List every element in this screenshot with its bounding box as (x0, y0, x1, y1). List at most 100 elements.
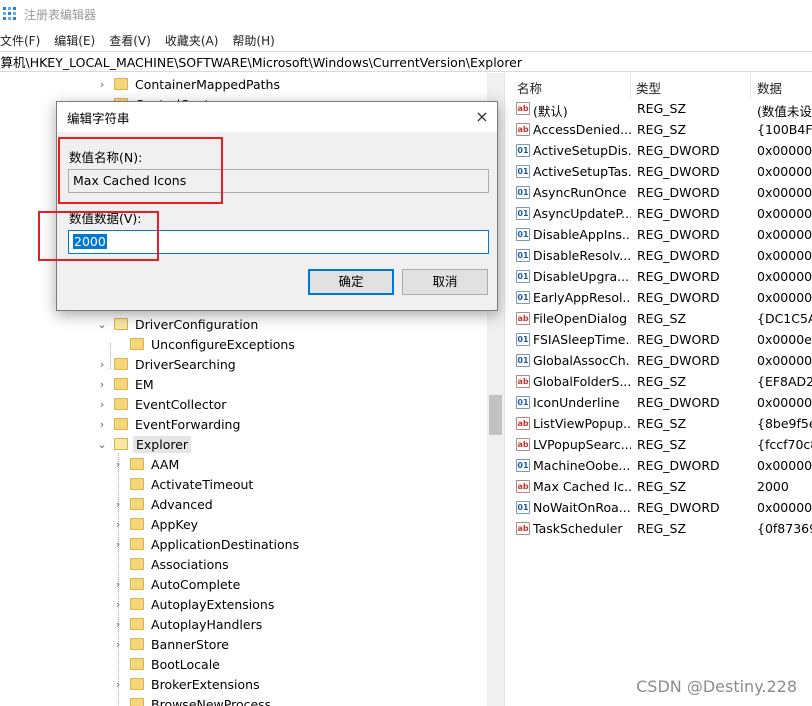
value-data: 0x00000000 (757, 458, 812, 473)
list-row[interactable]: abAccessDenied... REG_SZ {100B4FC8- (512, 119, 812, 140)
string-value-icon: ab (516, 375, 530, 388)
list-row[interactable]: 01AsyncRunOnce REG_DWORD 0x00000000 (512, 182, 812, 203)
list-row[interactable]: 01IconUnderline REG_DWORD 0x00000000 (512, 392, 812, 413)
list-row[interactable]: abFileOpenDialog REG_SZ {DC1C5A9C- (512, 308, 812, 329)
list-row[interactable]: 01NoWaitOnRoa... REG_DWORD 0x00000000 (512, 497, 812, 518)
column-header-data[interactable]: 数据 (757, 78, 782, 97)
collapse-icon[interactable]: ⌄ (96, 318, 108, 331)
folder-icon (130, 458, 144, 470)
tree-item[interactable]: › BannerStore (112, 634, 231, 654)
list-row[interactable]: 01DisableUpgra... REG_DWORD 0x00000000 (512, 266, 812, 287)
tree-item-label: Associations (151, 556, 229, 572)
folder-icon (130, 638, 144, 650)
tree-item[interactable]: › AutoplayHandlers (112, 614, 264, 634)
folder-icon (130, 698, 144, 706)
expand-icon[interactable]: › (96, 378, 108, 391)
tree-item[interactable]: › DriverSearching (96, 354, 238, 374)
value-data: 0x0000ea60 (757, 332, 812, 347)
tree-item[interactable]: Associations (112, 554, 231, 574)
list-row[interactable]: abLVPopupSearc... REG_SZ {fccf70c8- (512, 434, 812, 455)
folder-icon (130, 658, 144, 670)
expand-icon[interactable]: › (112, 538, 124, 551)
list-header: 名称 类型 数据 (512, 73, 812, 98)
expand-icon[interactable]: › (112, 598, 124, 611)
tree-scrollbar-thumb[interactable] (489, 395, 502, 435)
column-header-name[interactable]: 名称 (517, 78, 542, 97)
tree-item[interactable]: › AAM (112, 454, 181, 474)
expand-icon[interactable]: › (112, 618, 124, 631)
tree-item[interactable]: › EventCollector (96, 394, 228, 414)
pane-splitter[interactable] (504, 73, 512, 706)
value-data: 0x00000000 (757, 185, 812, 200)
tree-item[interactable]: › AutoplayExtensions (112, 594, 276, 614)
tree-item[interactable]: › EventForwarding (96, 414, 242, 434)
value-data: 0x00000000 (757, 395, 812, 410)
value-type: REG_DWORD (637, 248, 720, 263)
list-row[interactable]: abListViewPopup... REG_SZ {8be9f5ea- (512, 413, 812, 434)
tree-item-label: AppKey (151, 516, 199, 532)
menu-help[interactable]: 帮助(H) (232, 32, 281, 49)
string-value-icon: ab (516, 480, 530, 493)
expand-icon[interactable]: › (112, 578, 124, 591)
expand-icon[interactable]: › (112, 678, 124, 691)
tree-item[interactable]: UnconfigureExceptions (112, 334, 297, 354)
menu-favorites[interactable]: 收藏夹(A) (165, 32, 226, 49)
tree-item[interactable]: › AppKey (112, 514, 200, 534)
menu-view[interactable]: 查看(V) (109, 32, 158, 49)
list-row[interactable]: 01GlobalAssocCh... REG_DWORD 0x00000000 (512, 350, 812, 371)
list-row[interactable]: 01MachineOobe... REG_DWORD 0x00000000 (512, 455, 812, 476)
list-row[interactable]: abTaskScheduler REG_SZ {0f87369f- (512, 518, 812, 539)
tree-item-label: BrowseNewProcess (151, 696, 272, 706)
tree-item[interactable]: ActivateTimeout (112, 474, 255, 494)
menu-edit[interactable]: 编辑(E) (54, 32, 102, 49)
ok-button[interactable]: 确定 (308, 269, 394, 295)
tree-item[interactable]: › ContainerMappedPaths (96, 74, 282, 94)
expand-icon[interactable]: › (112, 458, 124, 471)
expand-icon[interactable]: › (96, 398, 108, 411)
value-type: REG_DWORD (637, 227, 720, 242)
string-value-icon: ab (516, 438, 530, 451)
tree-item[interactable]: › BrokerExtensions (112, 674, 262, 694)
tree-item[interactable]: BrowseNewProcess (112, 694, 273, 706)
cancel-button[interactable]: 取消 (402, 269, 488, 295)
expand-icon[interactable]: › (112, 518, 124, 531)
tree-item[interactable]: › ApplicationDestinations (112, 534, 301, 554)
address-bar[interactable]: 计算机\HKEY_LOCAL_MACHINE\SOFTWARE\Microsof… (0, 51, 812, 72)
list-row[interactable]: ab(默认) REG_SZ (数值未设置) (512, 98, 812, 119)
tree-item-label: AutoComplete (151, 576, 241, 592)
string-value-icon: ab (516, 312, 530, 325)
value-name: LVPopupSearc... (533, 437, 631, 452)
value-type: REG_DWORD (637, 290, 720, 305)
close-icon[interactable]: × (471, 106, 493, 128)
tree-item-label: AutoplayExtensions (151, 596, 275, 612)
expand-icon[interactable]: › (96, 358, 108, 371)
tree-item[interactable]: › EM (96, 374, 156, 394)
column-header-type[interactable]: 类型 (636, 78, 661, 97)
list-row[interactable]: 01FSIASleepTime... REG_DWORD 0x0000ea60 (512, 329, 812, 350)
list-row[interactable]: 01DisableAppIns... REG_DWORD 0x00000000 (512, 224, 812, 245)
value-name: ActiveSetupDis... (533, 143, 631, 158)
tree-item-explorer-selected[interactable]: ⌄ Explorer (96, 434, 192, 454)
value-type: REG_DWORD (637, 332, 720, 347)
list-row[interactable]: 01EarlyAppResol... REG_DWORD 0x00000000 (512, 287, 812, 308)
tree-item[interactable]: BootLocale (112, 654, 222, 674)
tree-item[interactable]: › Advanced (112, 494, 215, 514)
list-row[interactable]: ab Max Cached Ic... REG_SZ 2000 (512, 476, 812, 497)
collapse-icon[interactable]: ⌄ (96, 438, 108, 451)
list-row[interactable]: 01DisableResolv... REG_DWORD 0x00000000 (512, 245, 812, 266)
expand-icon[interactable]: › (96, 78, 108, 91)
list-row[interactable]: 01ActiveSetupTas... REG_DWORD 0x00000000 (512, 161, 812, 182)
expand-icon[interactable]: › (112, 638, 124, 651)
value-data: 0x00000000 (757, 248, 812, 263)
value-name: ActiveSetupTas... (533, 164, 631, 179)
tree-item[interactable]: › AutoComplete (112, 574, 242, 594)
expand-icon[interactable]: › (112, 498, 124, 511)
expand-icon[interactable]: › (96, 418, 108, 431)
menu-file[interactable]: 文件(F) (0, 32, 47, 49)
list-row[interactable]: 01ActiveSetupDis... REG_DWORD 0x00000000 (512, 140, 812, 161)
list-row[interactable]: abGlobalFolderS... REG_SZ {EF8AD2D1- (512, 371, 812, 392)
value-type: REG_SZ (637, 437, 687, 452)
tree-item[interactable]: ⌄ DriverConfiguration (96, 314, 260, 334)
list-row[interactable]: 01AsyncUpdateP... REG_DWORD 0x00000000 (512, 203, 812, 224)
address-path[interactable]: 计算机\HKEY_LOCAL_MACHINE\SOFTWARE\Microsof… (0, 52, 522, 71)
